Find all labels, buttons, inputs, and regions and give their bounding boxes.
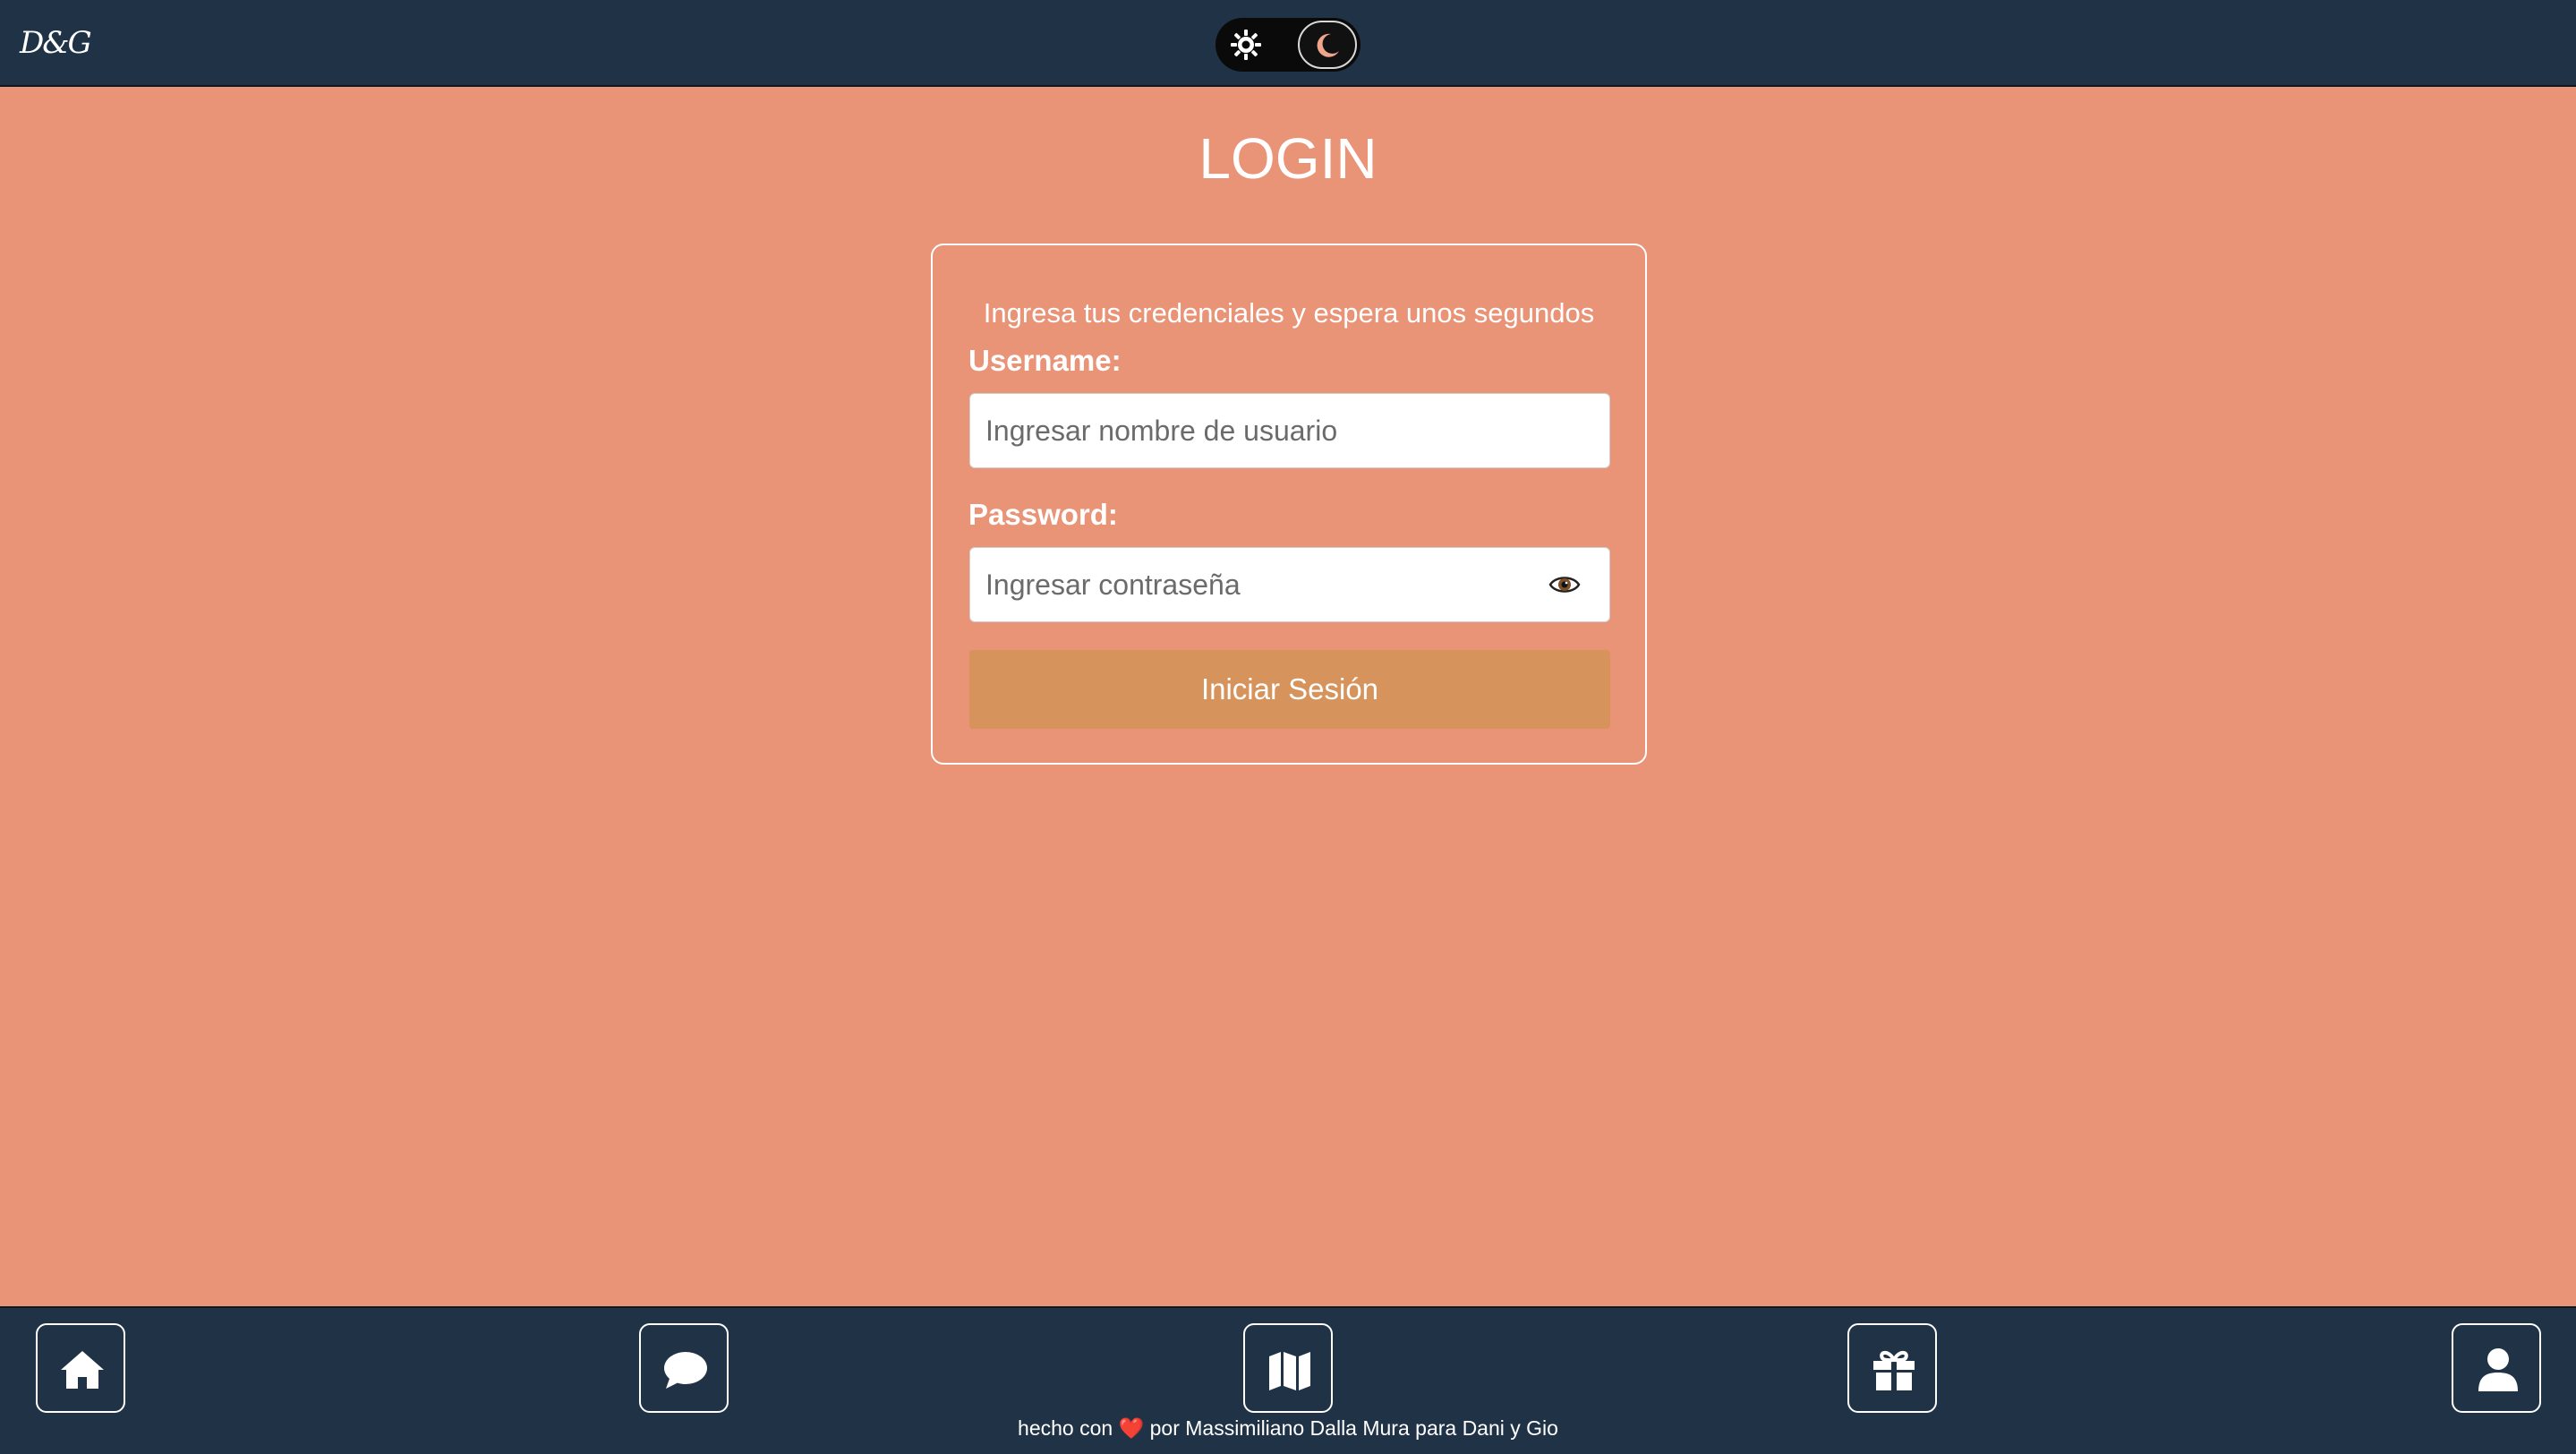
password-label: Password: — [968, 498, 1118, 531]
password-input[interactable] — [969, 547, 1610, 622]
footer-credit: hecho con ❤️ por Massimiliano Dalla Mura… — [0, 1416, 2576, 1441]
username-label: Username: — [968, 344, 1122, 377]
nav-chat-button[interactable] — [639, 1323, 729, 1413]
map-icon — [1269, 1352, 1310, 1390]
gift-icon — [1873, 1350, 1915, 1390]
theme-toggle-knob[interactable] — [1298, 21, 1357, 69]
user-icon — [2478, 1348, 2518, 1391]
eye-icon[interactable] — [1548, 569, 1581, 600]
credit-prefix: hecho con — [1018, 1416, 1113, 1440]
heart-icon: ❤️ — [1118, 1416, 1145, 1440]
sun-icon[interactable] — [1230, 29, 1262, 61]
nav-profile-button[interactable] — [2452, 1323, 2541, 1413]
bottom-nav: hecho con ❤️ por Massimiliano Dalla Mura… — [0, 1306, 2576, 1454]
login-instructions: Ingresa tus credenciales y espera unos s… — [983, 297, 1595, 329]
nav-gift-button[interactable] — [1847, 1323, 1937, 1413]
home-icon — [61, 1351, 104, 1389]
login-button[interactable]: Iniciar Sesión — [969, 650, 1610, 729]
page-title: LOGIN — [1198, 126, 1378, 191]
credit-suffix: por Massimiliano Dalla Mura para Dani y … — [1149, 1416, 1558, 1440]
nav-home-button[interactable] — [36, 1323, 125, 1413]
moon-icon — [1317, 33, 1339, 57]
site-logo[interactable]: D&G — [20, 25, 92, 61]
theme-toggle[interactable] — [1215, 18, 1361, 72]
top-bar: D&G — [0, 0, 2576, 87]
chat-bubble-icon — [664, 1352, 707, 1389]
username-input[interactable] — [969, 393, 1610, 468]
login-form: Ingresa tus credenciales y espera unos s… — [931, 244, 1647, 765]
nav-map-button[interactable] — [1243, 1323, 1333, 1413]
